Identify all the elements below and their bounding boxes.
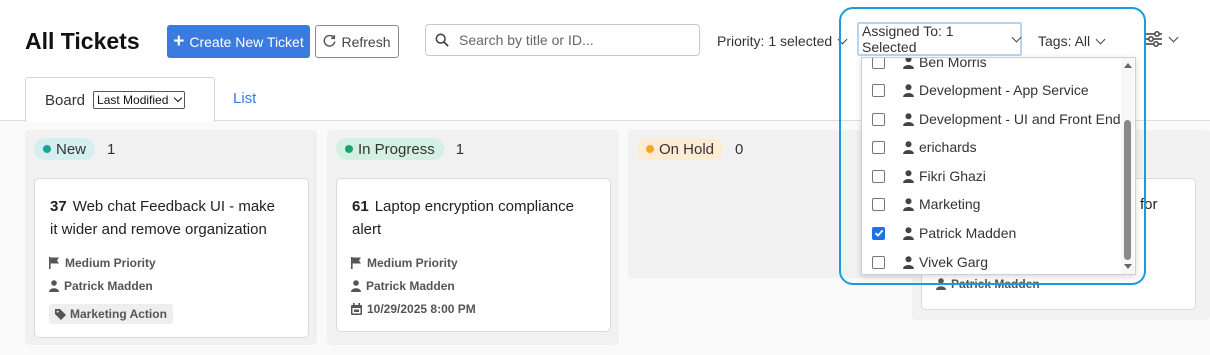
status-dot bbox=[43, 145, 51, 153]
user-icon bbox=[351, 280, 361, 292]
sliders-icon bbox=[1146, 31, 1162, 47]
ticket-title-line2: alert bbox=[352, 221, 382, 238]
column-count: 1 bbox=[107, 140, 116, 158]
column-header-in-progress: In Progress 1 bbox=[336, 138, 464, 160]
ticket-due-date: 10/29/2025 8:00 PM bbox=[351, 302, 476, 316]
view-settings-button[interactable] bbox=[1145, 31, 1179, 47]
status-pill-new: New bbox=[34, 138, 96, 160]
status-label: On Hold bbox=[659, 140, 715, 158]
plus-icon: + bbox=[173, 31, 185, 52]
ticket-title-line2: it wider and remove organization bbox=[50, 221, 267, 238]
ticket-title-line1: Web chat Feedback UI - make bbox=[72, 198, 275, 215]
status-dot bbox=[646, 145, 654, 153]
refresh-label: Refresh bbox=[341, 33, 391, 50]
calendar-icon bbox=[351, 303, 362, 315]
refresh-icon bbox=[324, 35, 336, 47]
create-ticket-button[interactable]: + Create New Ticket bbox=[167, 25, 310, 58]
column-count: 1 bbox=[455, 140, 465, 158]
ticket-tag: Marketing Action bbox=[49, 304, 173, 324]
tab-board-label: Board bbox=[45, 91, 86, 109]
priority-text: Medium Priority bbox=[367, 256, 458, 270]
chevron-down-icon bbox=[174, 93, 183, 103]
ticket-priority: Medium Priority bbox=[351, 256, 458, 270]
search-icon bbox=[435, 33, 449, 47]
page-title: All Tickets bbox=[25, 28, 140, 54]
status-pill-in-progress: In Progress bbox=[336, 138, 444, 160]
search-input[interactable] bbox=[459, 32, 689, 48]
status-label: New bbox=[56, 140, 87, 158]
ticket-id: 61 bbox=[352, 198, 369, 215]
assignee-text: Patrick Madden bbox=[64, 279, 153, 293]
tag-icon bbox=[55, 308, 66, 320]
ticket-title-line1: Laptop encryption compliance bbox=[374, 198, 574, 215]
column-header-new: New 1 bbox=[34, 138, 115, 160]
ticket-assignee: Patrick Madden bbox=[49, 279, 153, 293]
ticket-title: 37 Web chat Feedback UI - make it wider a… bbox=[50, 195, 275, 241]
ticket-card[interactable]: 61 Laptop encryption compliance alert Med… bbox=[336, 178, 611, 332]
column-header-on-hold: On Hold 0 bbox=[637, 138, 743, 160]
ticket-title: 61 Laptop encryption compliance alert bbox=[352, 195, 574, 241]
status-label: In Progress bbox=[358, 140, 435, 158]
flag-icon bbox=[351, 257, 361, 269]
tab-board[interactable]: Board Last Modified bbox=[25, 77, 215, 122]
ticket-assignee: Patrick Madden bbox=[351, 279, 455, 293]
column-count: 0 bbox=[735, 140, 744, 158]
status-pill-on-hold: On Hold bbox=[637, 138, 724, 160]
status-dot bbox=[345, 145, 353, 153]
sort-select[interactable]: Last Modified bbox=[93, 91, 186, 109]
priority-text: Medium Priority bbox=[65, 256, 156, 270]
priority-filter[interactable]: Priority: 1 selected bbox=[717, 33, 848, 49]
chevron-down-icon bbox=[1168, 32, 1179, 42]
assignee-text: Patrick Madden bbox=[366, 279, 455, 293]
flag-icon bbox=[49, 257, 59, 269]
ticket-id: 37 bbox=[50, 198, 67, 215]
user-icon bbox=[49, 280, 59, 292]
ticket-priority: Medium Priority bbox=[49, 256, 156, 270]
create-ticket-label: Create New Ticket bbox=[189, 33, 304, 50]
tag-text: Marketing Action bbox=[70, 307, 167, 321]
priority-filter-label: Priority: 1 selected bbox=[717, 33, 833, 49]
refresh-button[interactable]: Refresh bbox=[315, 25, 399, 58]
sort-select-value: Last Modified bbox=[97, 93, 169, 107]
highlight-ring bbox=[839, 7, 1146, 285]
due-date-text: 10/29/2025 8:00 PM bbox=[367, 302, 476, 316]
search-box[interactable] bbox=[425, 24, 700, 56]
ticket-card[interactable]: 37 Web chat Feedback UI - make it wider a… bbox=[34, 178, 309, 338]
tab-list[interactable]: List bbox=[233, 90, 256, 107]
